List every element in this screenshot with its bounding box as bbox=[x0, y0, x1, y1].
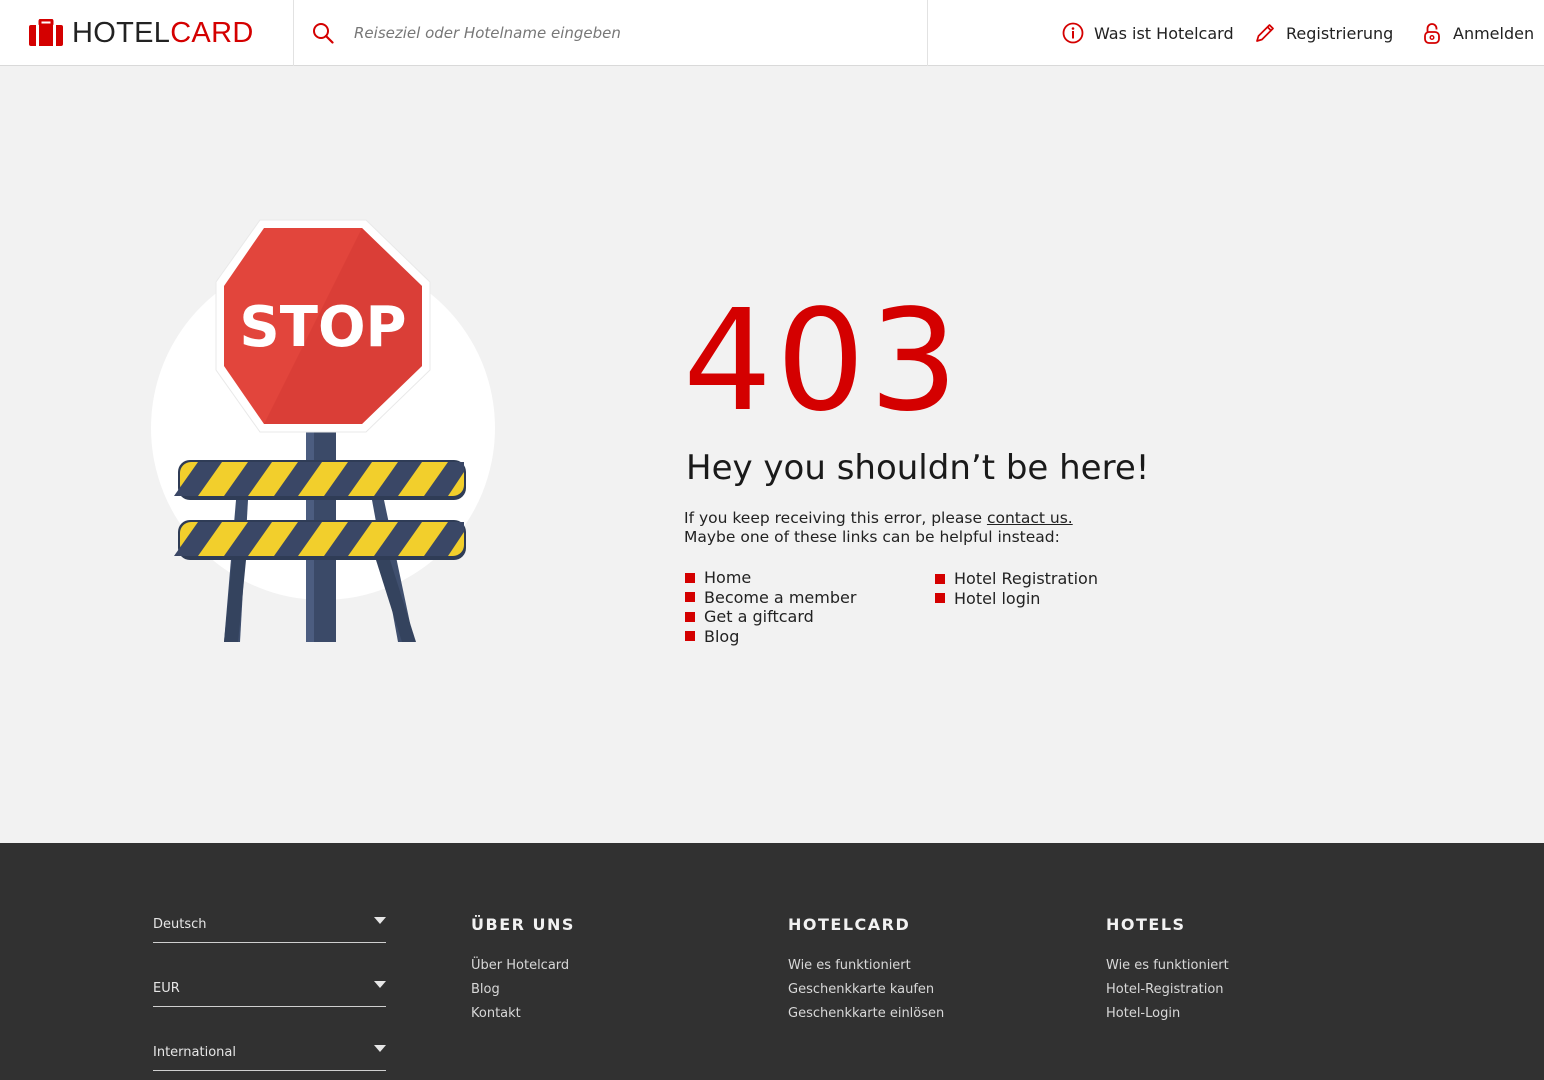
footer-link[interactable]: Über Hotelcard bbox=[471, 954, 575, 978]
message-prefix: If you keep receiving this error, please bbox=[684, 509, 987, 527]
stop-sign: STOP bbox=[215, 219, 431, 433]
footer-link[interactable]: Wie es funktioniert bbox=[1106, 954, 1229, 978]
footer-column-title: ÜBER UNS bbox=[471, 915, 575, 934]
bullet-icon bbox=[935, 573, 945, 584]
error-headline: Hey you shouldn’t be here! bbox=[686, 448, 1150, 488]
link-become-member[interactable]: Become a member bbox=[685, 588, 856, 608]
footer-column-title: HOTELS bbox=[1106, 915, 1186, 934]
error-message: If you keep receiving this error, please… bbox=[684, 509, 1073, 547]
footer-link[interactable]: Geschenkkarte kaufen bbox=[788, 978, 944, 1002]
caret-down-icon bbox=[374, 917, 386, 924]
message-line2: Maybe one of these links can be helpful … bbox=[684, 528, 1060, 546]
stop-sign-text: STOP bbox=[239, 295, 406, 360]
footer-link[interactable]: Kontakt bbox=[471, 1002, 575, 1026]
logo-text: HOTELCARD bbox=[72, 16, 254, 49]
nav-label: Registrierung bbox=[1286, 23, 1394, 43]
link-get-giftcard[interactable]: Get a giftcard bbox=[685, 607, 856, 627]
currency-select[interactable]: EUR bbox=[153, 977, 386, 1007]
error-code: 403 bbox=[683, 280, 963, 443]
nav-what-is-hotelcard[interactable]: Was ist Hotelcard bbox=[1062, 0, 1234, 66]
bullet-icon bbox=[685, 592, 695, 603]
logo[interactable]: HOTELCARD bbox=[0, 0, 294, 66]
footer-column-hotelcard: HOTELCARD Wie es funktioniert Geschenkka… bbox=[788, 915, 944, 1026]
pencil-icon bbox=[1256, 24, 1274, 42]
search-input[interactable] bbox=[354, 24, 894, 42]
link-blog[interactable]: Blog bbox=[685, 627, 856, 647]
language-select[interactable]: Deutsch bbox=[153, 913, 386, 943]
suitcase-icon bbox=[29, 19, 63, 46]
bullet-icon bbox=[685, 631, 695, 642]
footer-link[interactable]: Blog bbox=[471, 978, 575, 1002]
footer-link[interactable]: Geschenkkarte einlösen bbox=[788, 1002, 944, 1026]
info-icon bbox=[1062, 22, 1084, 44]
nav-login[interactable]: Anmelden bbox=[1421, 0, 1534, 66]
bullet-icon bbox=[685, 611, 695, 622]
contact-link[interactable]: contact us. bbox=[987, 509, 1073, 527]
link-home[interactable]: Home bbox=[685, 568, 856, 588]
helpful-links-right: Hotel Registration Hotel login bbox=[935, 569, 1098, 608]
link-hotel-login[interactable]: Hotel login bbox=[935, 589, 1098, 609]
footer-link[interactable]: Hotel-Login bbox=[1106, 1002, 1229, 1026]
footer-column-title: HOTELCARD bbox=[788, 915, 911, 934]
footer-column-about: ÜBER UNS Über Hotelcard Blog Kontakt bbox=[471, 915, 575, 1026]
nav-label: Anmelden bbox=[1453, 23, 1535, 43]
caret-down-icon bbox=[374, 1045, 386, 1052]
lock-icon bbox=[1424, 23, 1440, 44]
header: HOTELCARD Was ist Hotelcard Registrierun… bbox=[0, 0, 1544, 66]
footer: Deutsch EUR International ÜBER UNS Über … bbox=[0, 843, 1544, 1080]
bullet-icon bbox=[685, 572, 695, 583]
region-select[interactable]: International bbox=[153, 1041, 386, 1071]
footer-column-hotels: HOTELS Wie es funktioniert Hotel-Registr… bbox=[1106, 915, 1229, 1026]
search-icon[interactable] bbox=[312, 22, 334, 44]
bullet-icon bbox=[935, 593, 945, 604]
footer-link[interactable]: Hotel-Registration bbox=[1106, 978, 1229, 1002]
nav-label: Was ist Hotelcard bbox=[1094, 23, 1234, 43]
stop-sign-illustration: STOP bbox=[151, 219, 495, 642]
link-hotel-registration[interactable]: Hotel Registration bbox=[935, 569, 1098, 589]
nav-registration[interactable]: Registrierung bbox=[1254, 0, 1393, 66]
helpful-links-left: Home Become a member Get a giftcard Blog bbox=[685, 568, 856, 646]
search-bar bbox=[294, 0, 928, 66]
footer-link[interactable]: Wie es funktioniert bbox=[788, 954, 944, 978]
caret-down-icon bbox=[374, 981, 386, 988]
